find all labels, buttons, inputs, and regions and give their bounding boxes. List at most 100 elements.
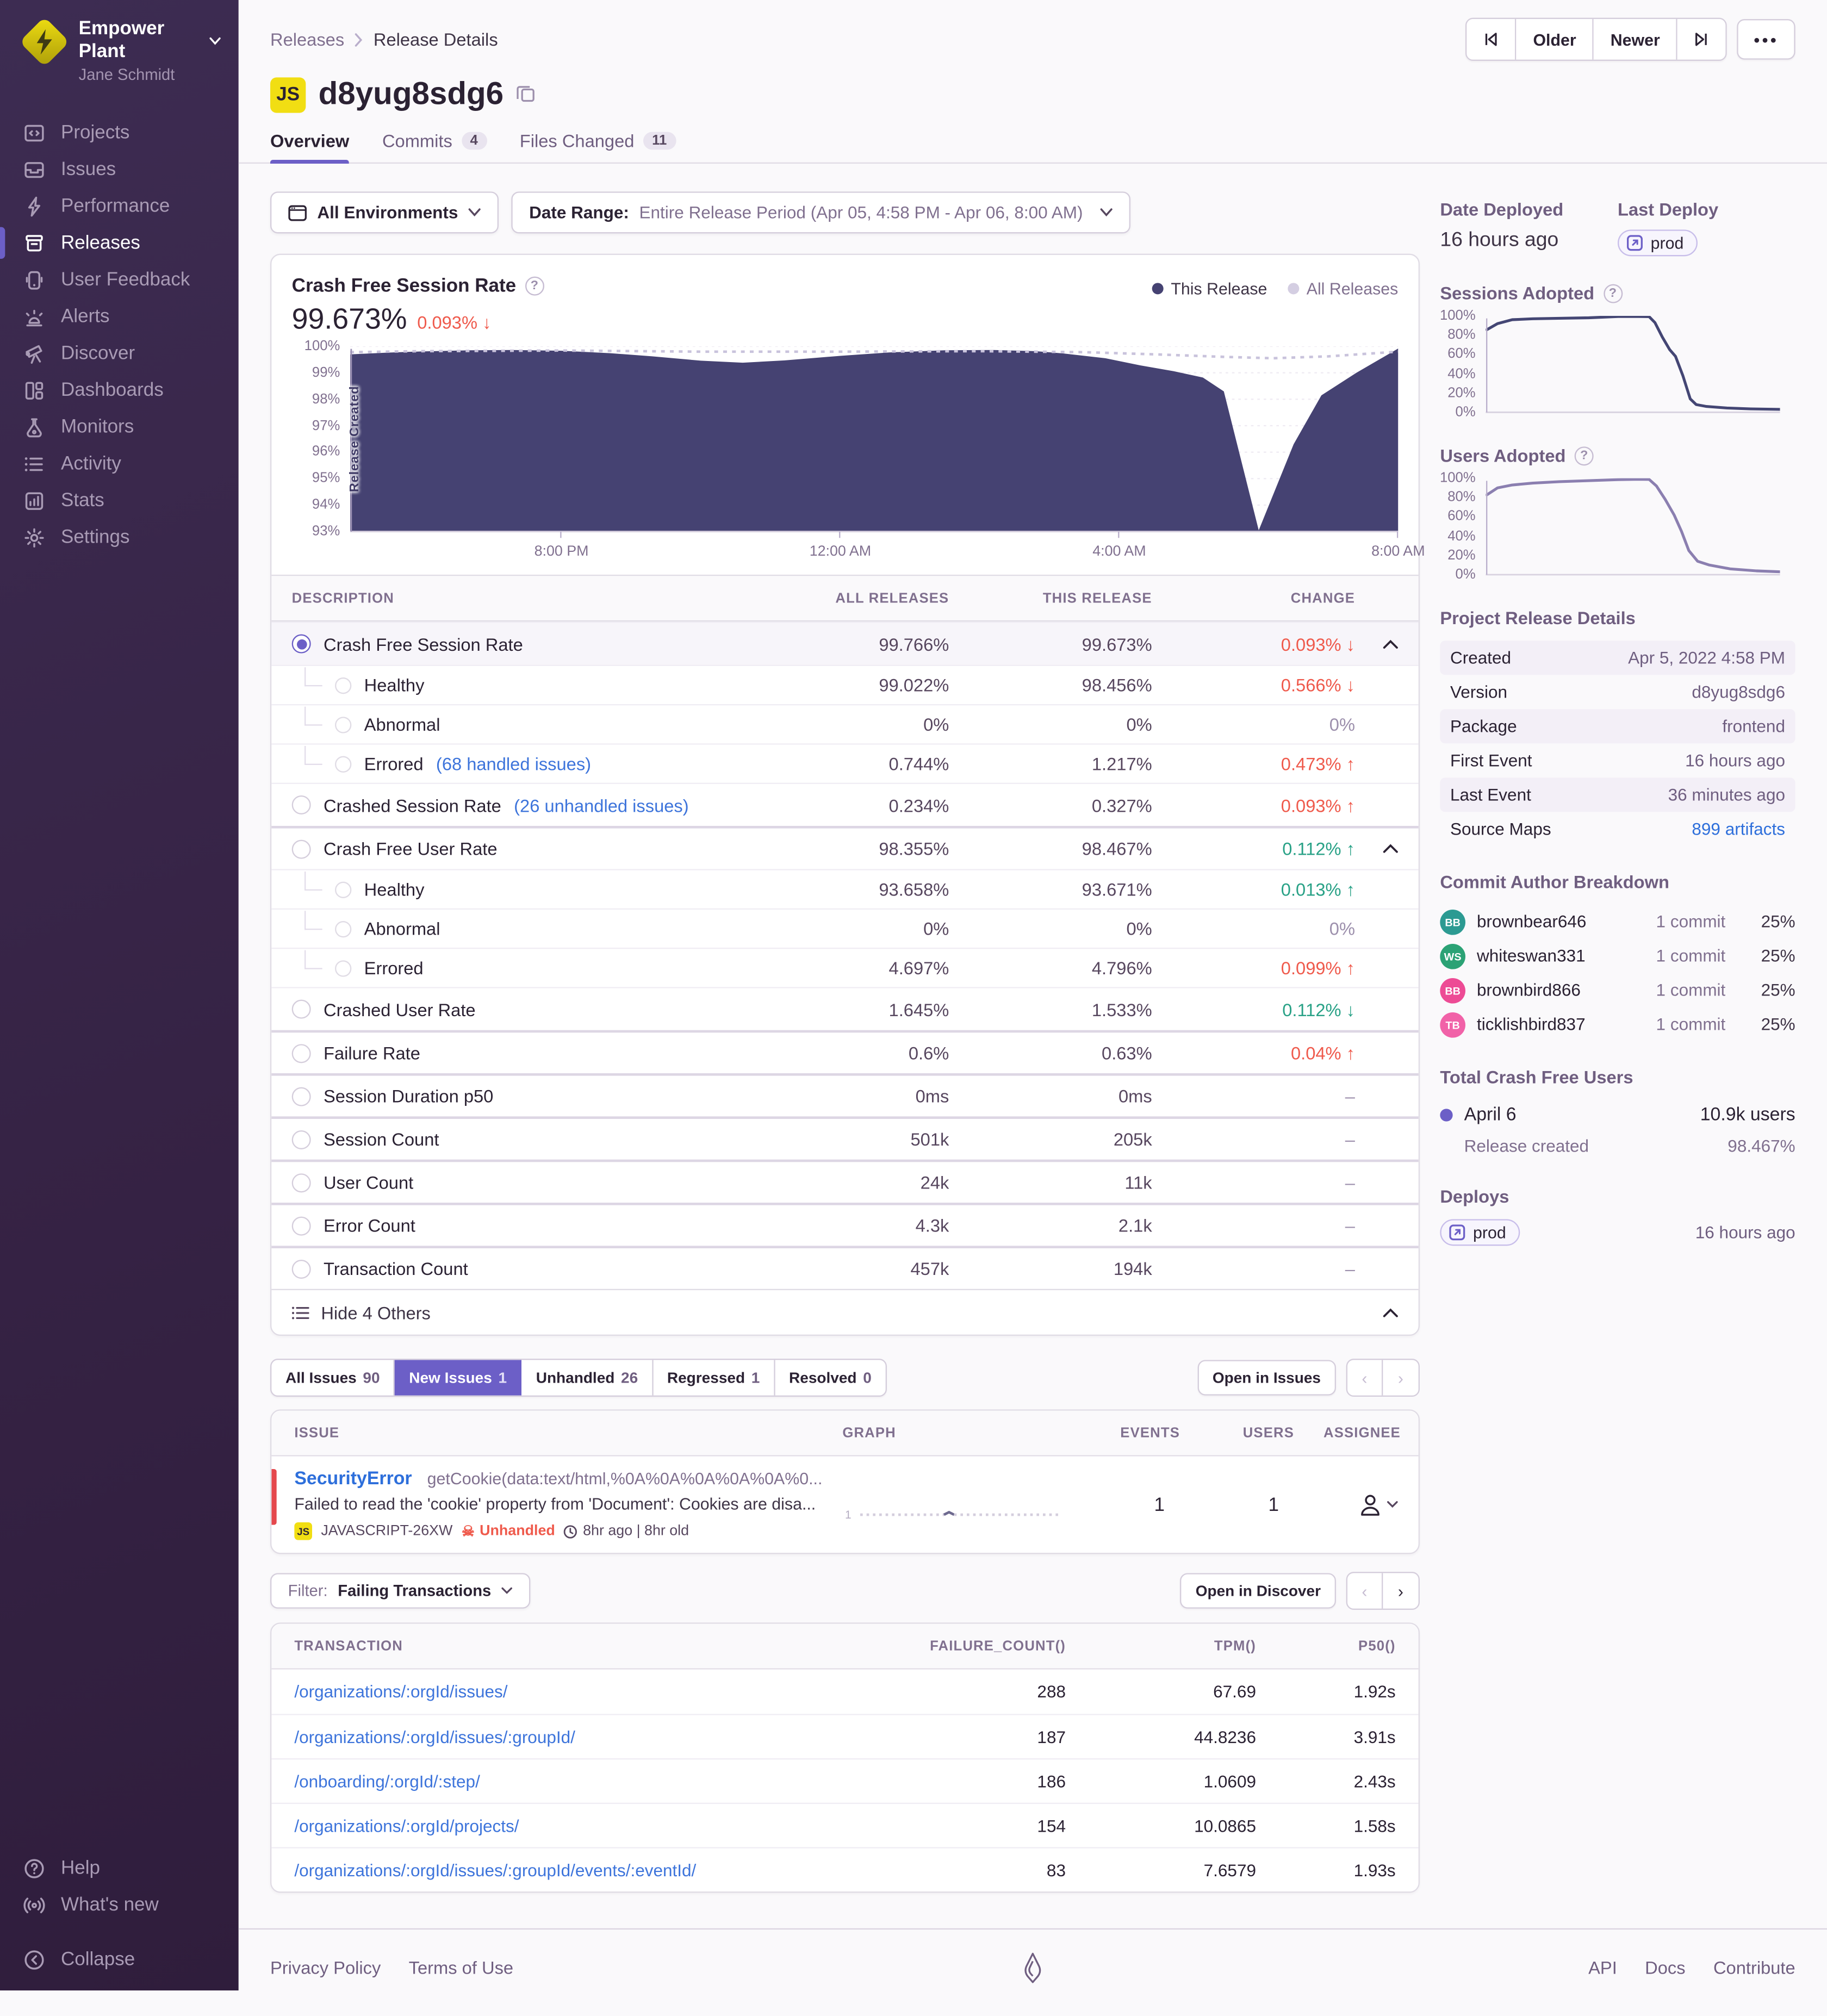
metric-row[interactable]: Healthy 93.658% 93.671% 0.013% ↑ — [271, 869, 1419, 909]
metric-radio[interactable] — [334, 881, 352, 898]
sidebar-item[interactable]: Help — [0, 1850, 239, 1887]
chart-legend: This Release All Releases — [1152, 275, 1398, 298]
collapse-row-icon[interactable] — [1363, 639, 1419, 649]
metric-radio[interactable] — [291, 1086, 311, 1106]
help-icon[interactable]: ? — [525, 276, 544, 296]
metric-row[interactable]: Crashed Session Rate (26 unhandled issue… — [271, 782, 1419, 826]
transaction-link[interactable]: /onboarding/:orgId/:step/ — [271, 1771, 885, 1790]
metric-radio[interactable] — [291, 1129, 311, 1149]
more-actions-button[interactable]: ••• — [1737, 18, 1795, 60]
metric-radio[interactable] — [334, 920, 352, 937]
open-in-discover-button[interactable]: Open in Discover — [1180, 1573, 1336, 1609]
issue-filter-tab[interactable]: New Issues 1 — [395, 1360, 523, 1396]
sidebar-item[interactable]: Alerts — [0, 298, 239, 335]
transaction-link[interactable]: /organizations/:orgId/issues/ — [271, 1682, 885, 1701]
sidebar-item[interactable]: Settings — [0, 519, 239, 556]
transaction-link[interactable]: /organizations/:orgId/issues/:groupId/ev… — [271, 1861, 885, 1880]
issue-filter-tab[interactable]: Regressed 1 — [653, 1360, 775, 1396]
date-deployed-value: 16 hours ago — [1440, 229, 1559, 251]
metric-radio[interactable] — [334, 960, 352, 976]
issues-link[interactable]: (68 handled issues) — [436, 754, 591, 774]
metric-radio[interactable] — [334, 716, 352, 733]
metric-radio[interactable] — [291, 1043, 311, 1063]
environment-filter[interactable]: All Environments — [270, 191, 499, 234]
metric-row[interactable]: Transaction Count 457k 194k – — [271, 1246, 1419, 1289]
deploy-env-badge[interactable]: prod — [1617, 229, 1698, 257]
docs-link[interactable]: Docs — [1645, 1957, 1685, 1977]
older-button[interactable]: Older — [1517, 18, 1594, 60]
transaction-link[interactable]: /organizations/:orgId/issues/:groupId/ — [271, 1727, 885, 1746]
transaction-link[interactable]: /organizations/:orgId/projects/ — [271, 1816, 885, 1835]
tab[interactable]: Overview — [270, 130, 350, 164]
sidebar-item[interactable]: Activity — [0, 445, 239, 482]
sidebar-item[interactable]: Dashboards — [0, 372, 239, 409]
terms-of-use-link[interactable]: Terms of Use — [409, 1957, 513, 1977]
metric-row[interactable]: Crash Free User Rate 98.355% 98.467% 0.1… — [271, 825, 1419, 869]
breadcrumb-releases[interactable]: Releases — [270, 29, 344, 49]
next-page-button[interactable]: › — [1383, 1360, 1418, 1395]
privacy-policy-link[interactable]: Privacy Policy — [270, 1957, 381, 1977]
artifacts-link[interactable]: 899 artifacts — [1692, 819, 1785, 838]
metric-radio[interactable] — [291, 999, 311, 1019]
metric-radio[interactable] — [291, 1259, 311, 1278]
metric-row[interactable]: Crash Free Session Rate 99.766% 99.673% … — [271, 621, 1419, 665]
tab[interactable]: Files Changed 11 — [520, 130, 676, 162]
issue-filter-tab[interactable]: Resolved 0 — [775, 1360, 885, 1395]
api-link[interactable]: API — [1588, 1957, 1617, 1977]
metric-row[interactable]: Session Count 501k 205k – — [271, 1116, 1419, 1160]
prev-page-button[interactable]: ‹ — [1347, 1573, 1383, 1609]
skip-to-newest-button[interactable] — [1677, 18, 1726, 60]
breadcrumb: Releases Release Details — [270, 29, 498, 49]
sidebar-collapse[interactable]: Collapse — [0, 1941, 239, 1978]
metric-row[interactable]: Session Duration p50 0ms 0ms – — [271, 1073, 1419, 1117]
skip-to-oldest-button[interactable] — [1467, 18, 1517, 60]
metric-row[interactable]: Error Count 4.3k 2.1k – — [271, 1202, 1419, 1246]
help-icon[interactable]: ? — [1574, 446, 1594, 465]
metric-row[interactable]: Crashed User Rate 1.645% 1.533% 0.112% ↓ — [271, 987, 1419, 1030]
newer-button[interactable]: Newer — [1594, 18, 1678, 60]
metric-radio[interactable] — [291, 634, 311, 654]
metric-row[interactable]: Healthy 99.022% 98.456% 0.566% ↓ — [271, 664, 1419, 704]
sidebar-item[interactable]: Issues — [0, 151, 239, 188]
metric-row[interactable]: User Count 24k 11k – — [271, 1159, 1419, 1203]
issue-filter-tab[interactable]: Unhandled 26 — [522, 1360, 654, 1396]
metric-radio[interactable] — [291, 839, 311, 858]
org-switcher[interactable]: Empower Plant Jane Schmidt — [0, 0, 239, 107]
sidebar-item[interactable]: Monitors — [0, 408, 239, 445]
sidebar-item[interactable]: Releases — [0, 225, 239, 262]
help-icon[interactable]: ? — [1603, 283, 1623, 303]
date-range-filter[interactable]: Date Range: Entire Release Period (Apr 0… — [511, 191, 1132, 234]
metric-radio[interactable] — [334, 755, 352, 772]
assignee-selector[interactable] — [1312, 1469, 1419, 1540]
metric-radio[interactable] — [291, 1216, 311, 1235]
deploy-env-badge[interactable]: prod — [1440, 1219, 1520, 1246]
prev-page-button[interactable]: ‹ — [1347, 1360, 1383, 1396]
metric-row[interactable]: Errored (68 handled issues) 0.744% 1.217… — [271, 743, 1419, 783]
sidebar-item[interactable]: Discover — [0, 335, 239, 372]
issue-filter-tab[interactable]: All Issues 90 — [271, 1360, 395, 1396]
sidebar-item[interactable]: Projects — [0, 114, 239, 151]
metric-row[interactable]: Failure Rate 0.6% 0.63% 0.04% ↑ — [271, 1030, 1419, 1073]
metric-row[interactable]: Abnormal 0% 0% 0% — [271, 908, 1419, 948]
sidebar-item[interactable]: Stats — [0, 482, 239, 519]
contribute-link[interactable]: Contribute — [1713, 1957, 1795, 1977]
metric-row[interactable]: Errored 4.697% 4.796% 0.099% ↑ — [271, 947, 1419, 987]
issue-title-link[interactable]: SecurityError — [294, 1469, 412, 1489]
sidebar-item[interactable]: What's new — [0, 1887, 239, 1924]
transaction-filter[interactable]: Filter: Failing Transactions — [270, 1573, 531, 1609]
collapse-row-icon[interactable] — [1363, 844, 1419, 854]
copy-icon[interactable] — [516, 83, 535, 109]
sidebar-item[interactable]: Performance — [0, 188, 239, 225]
metric-radio[interactable] — [291, 1173, 311, 1192]
org-logo-icon — [19, 16, 70, 67]
issue-row[interactable]: SecurityError getCookie(data:text/html,%… — [271, 1456, 1419, 1553]
open-in-issues-button[interactable]: Open in Issues — [1197, 1360, 1336, 1396]
issues-link[interactable]: (26 unhandled issues) — [514, 795, 688, 815]
hide-others-toggle[interactable]: Hide 4 Others — [271, 1289, 1419, 1335]
sidebar-item[interactable]: User Feedback — [0, 262, 239, 298]
metric-radio[interactable] — [334, 676, 352, 694]
metric-row[interactable]: Abnormal 0% 0% 0% — [271, 704, 1419, 744]
tab[interactable]: Commits 4 — [382, 130, 487, 162]
next-page-button[interactable]: › — [1383, 1573, 1418, 1608]
metric-radio[interactable] — [291, 795, 311, 814]
